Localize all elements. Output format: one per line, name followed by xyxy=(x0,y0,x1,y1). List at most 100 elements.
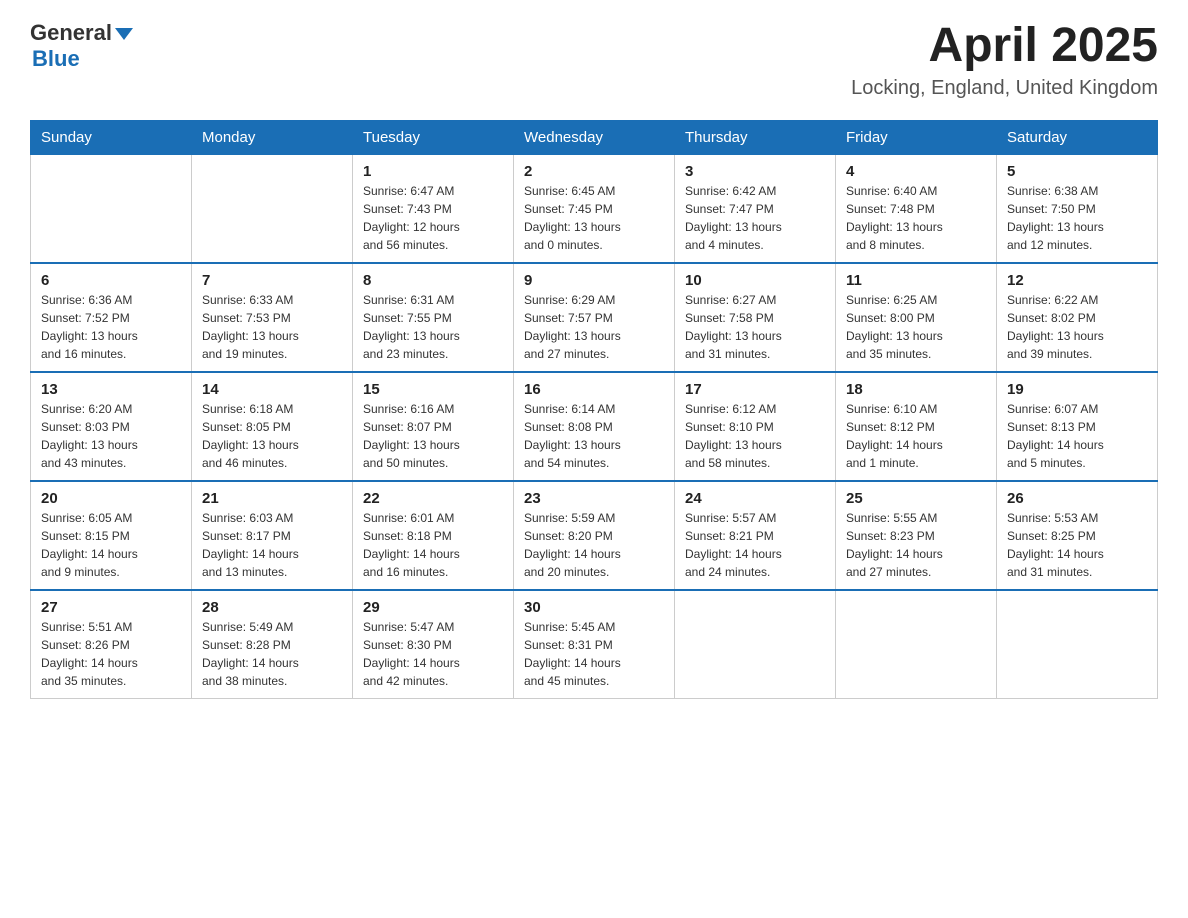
weekday-header-thursday: Thursday xyxy=(675,120,836,154)
calendar-cell: 10 Sunrise: 6:27 AM Sunset: 7:58 PM Dayli… xyxy=(675,263,836,372)
calendar-header-row: SundayMondayTuesdayWednesdayThursdayFrid… xyxy=(31,120,1158,154)
calendar-cell: 16 Sunrise: 6:14 AM Sunset: 8:08 PM Dayli… xyxy=(514,372,675,481)
calendar-cell: 13Sunrise: 6:20 AM Sunset: 8:03 PM Dayli… xyxy=(31,372,192,481)
calendar-cell: 27 Sunrise: 5:51 AM Sunset: 8:26 PM Dayli… xyxy=(31,590,192,699)
weekday-header-friday: Friday xyxy=(836,120,997,154)
day-number: 4 xyxy=(846,163,986,180)
day-number: 27 xyxy=(41,599,181,616)
day-info: Sunrise: 6:12 AM Sunset: 8:10 PM Dayligh… xyxy=(685,400,825,472)
day-number: 19 xyxy=(1007,381,1147,398)
day-info: Sunrise: 6:27 AM Sunset: 7:58 PM Dayligh… xyxy=(685,291,825,363)
day-number: 21 xyxy=(202,490,342,507)
day-info: Sunrise: 5:49 AM Sunset: 8:28 PM Dayligh… xyxy=(202,618,342,690)
day-number: 28 xyxy=(202,599,342,616)
day-number: 13 xyxy=(41,381,181,398)
calendar-cell xyxy=(836,590,997,699)
calendar-cell: 14 Sunrise: 6:18 AM Sunset: 8:05 PM Dayli… xyxy=(192,372,353,481)
weekday-header-monday: Monday xyxy=(192,120,353,154)
day-info: Sunrise: 6:16 AM Sunset: 8:07 PM Dayligh… xyxy=(363,400,503,472)
day-number: 22 xyxy=(363,490,503,507)
day-number: 10 xyxy=(685,272,825,289)
day-number: 6 xyxy=(41,272,181,289)
calendar-cell: 23 Sunrise: 5:59 AM Sunset: 8:20 PM Dayli… xyxy=(514,481,675,590)
calendar-cell xyxy=(31,154,192,263)
day-info: Sunrise: 5:45 AM Sunset: 8:31 PM Dayligh… xyxy=(524,618,664,690)
calendar-cell: 30 Sunrise: 5:45 AM Sunset: 8:31 PM Dayli… xyxy=(514,590,675,699)
logo: General Blue xyxy=(30,20,133,72)
day-info: Sunrise: 6:47 AM Sunset: 7:43 PM Dayligh… xyxy=(363,182,503,254)
day-number: 23 xyxy=(524,490,664,507)
weekday-header-saturday: Saturday xyxy=(997,120,1158,154)
weekday-header-sunday: Sunday xyxy=(31,120,192,154)
calendar-cell: 7Sunrise: 6:33 AM Sunset: 7:53 PM Daylig… xyxy=(192,263,353,372)
logo-blue-text: Blue xyxy=(32,46,133,72)
day-number: 30 xyxy=(524,599,664,616)
calendar-cell: 17 Sunrise: 6:12 AM Sunset: 8:10 PM Dayli… xyxy=(675,372,836,481)
day-info: Sunrise: 6:31 AM Sunset: 7:55 PM Dayligh… xyxy=(363,291,503,363)
day-number: 20 xyxy=(41,490,181,507)
calendar-cell: 6 Sunrise: 6:36 AM Sunset: 7:52 PM Daylig… xyxy=(31,263,192,372)
calendar-cell: 21 Sunrise: 6:03 AM Sunset: 8:17 PM Dayli… xyxy=(192,481,353,590)
calendar-body: 1 Sunrise: 6:47 AM Sunset: 7:43 PM Daylig… xyxy=(31,154,1158,698)
day-number: 14 xyxy=(202,381,342,398)
day-number: 16 xyxy=(524,381,664,398)
calendar-cell: 4Sunrise: 6:40 AM Sunset: 7:48 PM Daylig… xyxy=(836,154,997,263)
day-info: Sunrise: 6:36 AM Sunset: 7:52 PM Dayligh… xyxy=(41,291,181,363)
calendar-cell xyxy=(192,154,353,263)
page-header: General Blue April 2025 Locking, England… xyxy=(30,20,1158,100)
calendar-cell: 1 Sunrise: 6:47 AM Sunset: 7:43 PM Daylig… xyxy=(353,154,514,263)
calendar-week-row: 20 Sunrise: 6:05 AM Sunset: 8:15 PM Dayli… xyxy=(31,481,1158,590)
day-info: Sunrise: 5:51 AM Sunset: 8:26 PM Dayligh… xyxy=(41,618,181,690)
day-number: 12 xyxy=(1007,272,1147,289)
calendar-week-row: 27 Sunrise: 5:51 AM Sunset: 8:26 PM Dayli… xyxy=(31,590,1158,699)
calendar-cell: 18 Sunrise: 6:10 AM Sunset: 8:12 PM Dayli… xyxy=(836,372,997,481)
day-info: Sunrise: 5:47 AM Sunset: 8:30 PM Dayligh… xyxy=(363,618,503,690)
calendar-cell: 15Sunrise: 6:16 AM Sunset: 8:07 PM Dayli… xyxy=(353,372,514,481)
day-number: 2 xyxy=(524,163,664,180)
day-number: 8 xyxy=(363,272,503,289)
calendar-week-row: 13Sunrise: 6:20 AM Sunset: 8:03 PM Dayli… xyxy=(31,372,1158,481)
day-info: Sunrise: 6:42 AM Sunset: 7:47 PM Dayligh… xyxy=(685,182,825,254)
calendar-week-row: 6 Sunrise: 6:36 AM Sunset: 7:52 PM Daylig… xyxy=(31,263,1158,372)
day-number: 9 xyxy=(524,272,664,289)
day-number: 17 xyxy=(685,381,825,398)
location-title: Locking, England, United Kingdom xyxy=(851,77,1158,100)
day-info: Sunrise: 6:07 AM Sunset: 8:13 PM Dayligh… xyxy=(1007,400,1147,472)
day-info: Sunrise: 6:38 AM Sunset: 7:50 PM Dayligh… xyxy=(1007,182,1147,254)
calendar-cell: 22 Sunrise: 6:01 AM Sunset: 8:18 PM Dayli… xyxy=(353,481,514,590)
day-info: Sunrise: 6:03 AM Sunset: 8:17 PM Dayligh… xyxy=(202,509,342,581)
calendar-cell: 28 Sunrise: 5:49 AM Sunset: 8:28 PM Dayli… xyxy=(192,590,353,699)
calendar-cell: 11Sunrise: 6:25 AM Sunset: 8:00 PM Dayli… xyxy=(836,263,997,372)
day-info: Sunrise: 5:59 AM Sunset: 8:20 PM Dayligh… xyxy=(524,509,664,581)
day-info: Sunrise: 6:01 AM Sunset: 8:18 PM Dayligh… xyxy=(363,509,503,581)
day-number: 25 xyxy=(846,490,986,507)
day-info: Sunrise: 5:53 AM Sunset: 8:25 PM Dayligh… xyxy=(1007,509,1147,581)
calendar-cell: 2 Sunrise: 6:45 AM Sunset: 7:45 PM Daylig… xyxy=(514,154,675,263)
day-number: 5 xyxy=(1007,163,1147,180)
calendar-cell: 20 Sunrise: 6:05 AM Sunset: 8:15 PM Dayli… xyxy=(31,481,192,590)
day-info: Sunrise: 6:45 AM Sunset: 7:45 PM Dayligh… xyxy=(524,182,664,254)
day-number: 18 xyxy=(846,381,986,398)
calendar-cell: 29 Sunrise: 5:47 AM Sunset: 8:30 PM Dayli… xyxy=(353,590,514,699)
day-info: Sunrise: 6:29 AM Sunset: 7:57 PM Dayligh… xyxy=(524,291,664,363)
calendar-cell: 12Sunrise: 6:22 AM Sunset: 8:02 PM Dayli… xyxy=(997,263,1158,372)
day-number: 29 xyxy=(363,599,503,616)
day-info: Sunrise: 6:10 AM Sunset: 8:12 PM Dayligh… xyxy=(846,400,986,472)
day-info: Sunrise: 6:05 AM Sunset: 8:15 PM Dayligh… xyxy=(41,509,181,581)
calendar-cell: 5 Sunrise: 6:38 AM Sunset: 7:50 PM Daylig… xyxy=(997,154,1158,263)
logo-general-text: General xyxy=(30,20,112,46)
day-number: 1 xyxy=(363,163,503,180)
day-info: Sunrise: 5:55 AM Sunset: 8:23 PM Dayligh… xyxy=(846,509,986,581)
day-info: Sunrise: 6:18 AM Sunset: 8:05 PM Dayligh… xyxy=(202,400,342,472)
calendar-week-row: 1 Sunrise: 6:47 AM Sunset: 7:43 PM Daylig… xyxy=(31,154,1158,263)
day-number: 3 xyxy=(685,163,825,180)
month-title: April 2025 xyxy=(851,20,1158,73)
calendar-cell: 19 Sunrise: 6:07 AM Sunset: 8:13 PM Dayli… xyxy=(997,372,1158,481)
day-info: Sunrise: 6:14 AM Sunset: 8:08 PM Dayligh… xyxy=(524,400,664,472)
calendar-cell: 25 Sunrise: 5:55 AM Sunset: 8:23 PM Dayli… xyxy=(836,481,997,590)
day-number: 24 xyxy=(685,490,825,507)
title-section: April 2025 Locking, England, United King… xyxy=(851,20,1158,100)
calendar-cell: 8 Sunrise: 6:31 AM Sunset: 7:55 PM Daylig… xyxy=(353,263,514,372)
day-info: Sunrise: 5:57 AM Sunset: 8:21 PM Dayligh… xyxy=(685,509,825,581)
day-number: 11 xyxy=(846,272,986,289)
